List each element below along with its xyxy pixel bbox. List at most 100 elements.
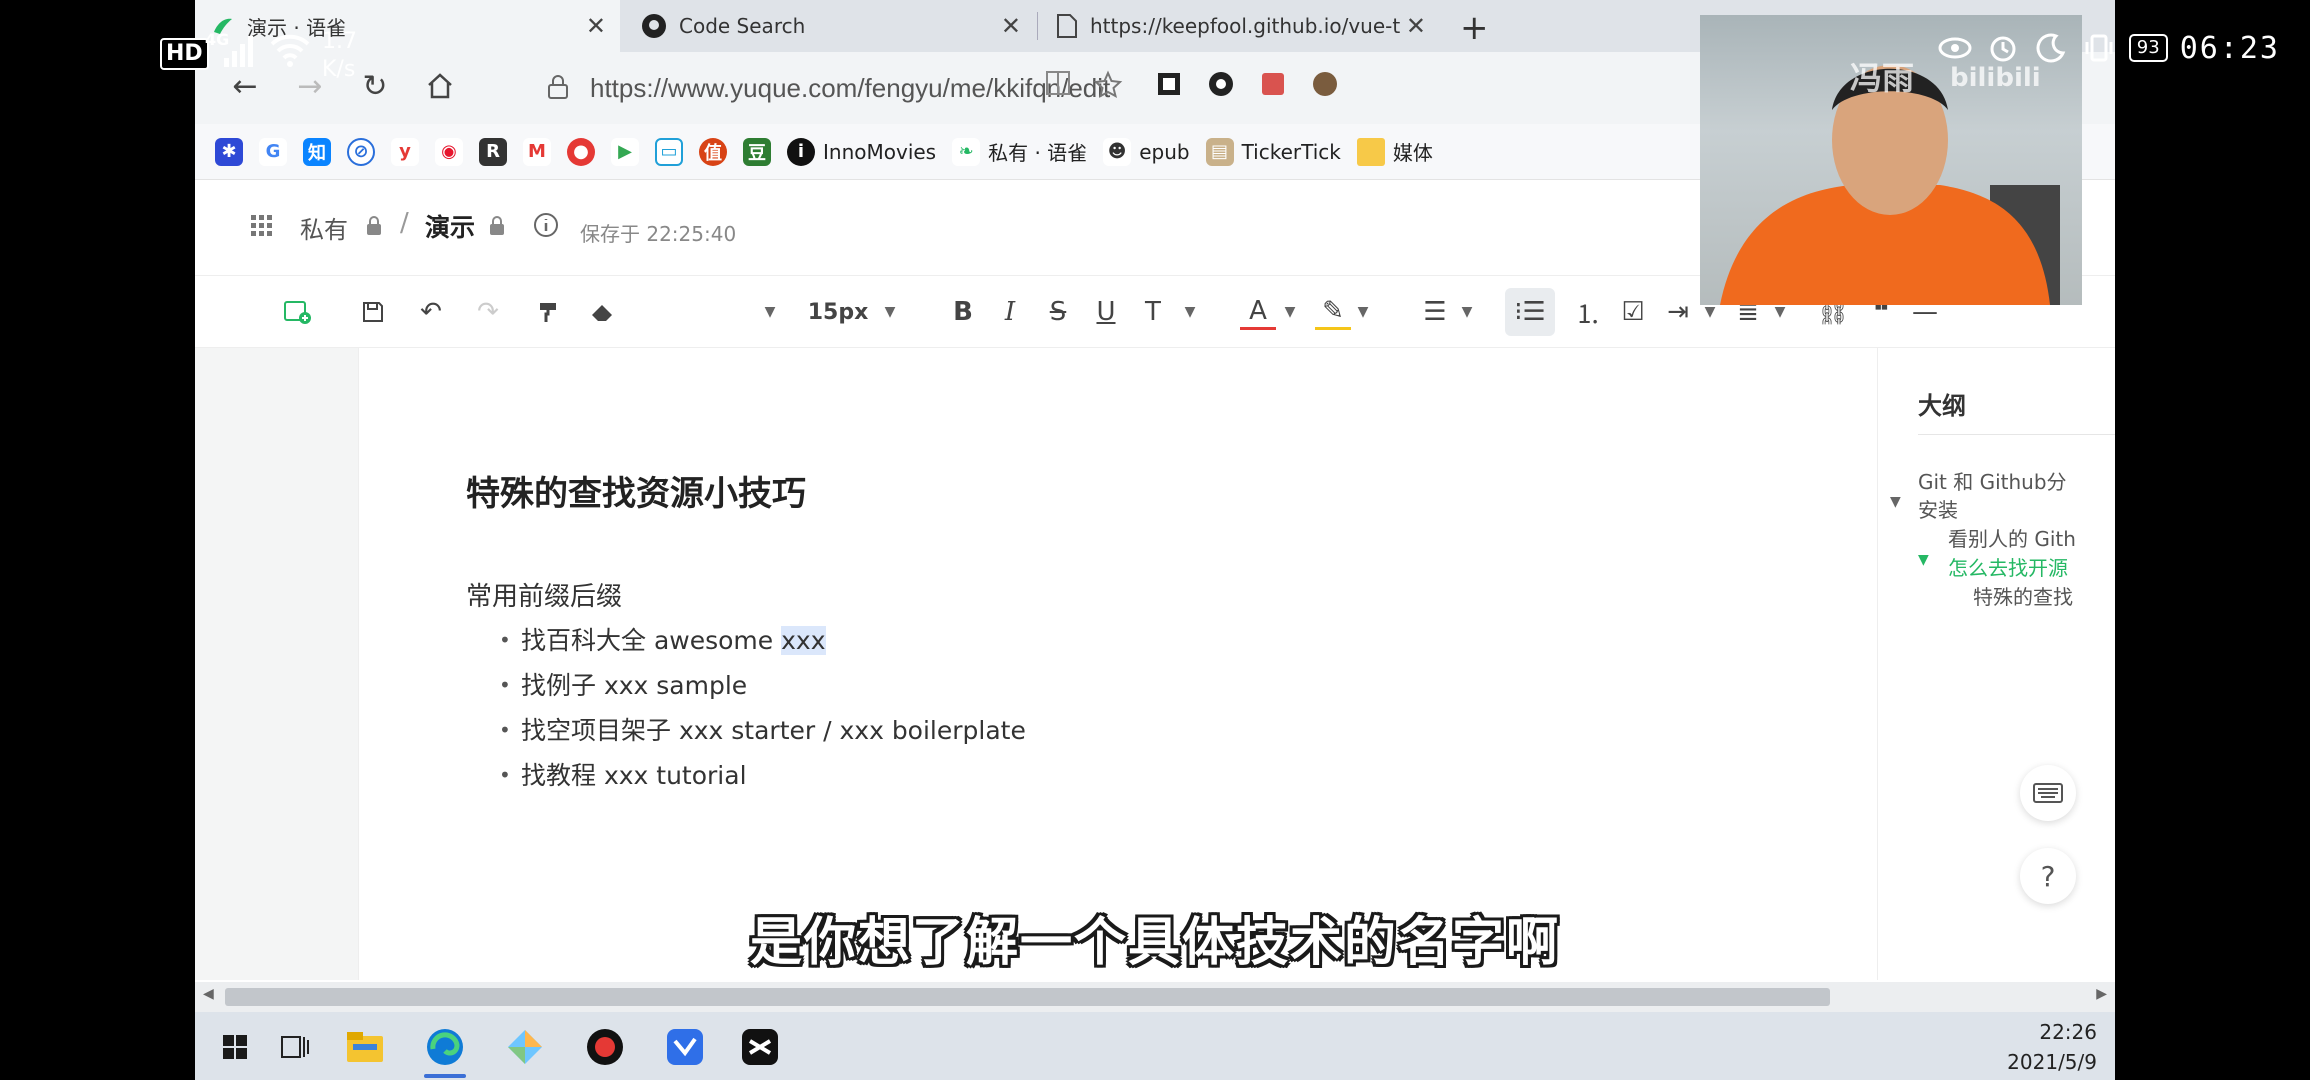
undo-icon[interactable]: ↶ (413, 294, 449, 330)
scroll-left-icon[interactable]: ◀ (203, 986, 214, 1002)
feishu-icon[interactable] (660, 1022, 710, 1072)
breadcrumb-doc[interactable]: 演示 (425, 208, 475, 244)
document-title[interactable]: 特殊的查找资源小技巧 (466, 466, 806, 515)
outline-item[interactable]: 看别人的 Gith (1948, 523, 2076, 552)
list-item[interactable]: 找例子 xxx sample (499, 663, 1026, 708)
wifi-icon (270, 34, 310, 67)
scroll-right-icon[interactable]: ▶ (2096, 986, 2107, 1002)
breadcrumb-private[interactable]: 私有 (300, 210, 348, 245)
record-icon[interactable] (580, 1022, 630, 1072)
hd-badge: HD (160, 38, 209, 70)
extension-circle-icon[interactable] (1207, 70, 1241, 104)
close-icon[interactable]: ✕ (1406, 12, 1426, 40)
underline-icon[interactable]: U (1088, 294, 1124, 330)
document-paragraph[interactable]: 常用前缀后缀 (466, 576, 622, 613)
weibo-icon[interactable]: ◉ (435, 137, 463, 166)
task-list-icon[interactable]: ☑ (1615, 294, 1651, 330)
tab-divider (1037, 12, 1038, 40)
extension-red-icon[interactable] (1259, 70, 1293, 104)
list-item[interactable]: 找教程 xxx tutorial (499, 753, 1026, 798)
caret-down-icon[interactable]: ▼ (1890, 494, 1901, 510)
format-painter-icon[interactable] (530, 294, 566, 330)
apps-grid-icon[interactable] (250, 214, 274, 238)
favorite-icon[interactable] (1093, 70, 1127, 104)
capcut-icon[interactable] (735, 1022, 785, 1072)
phone-status-right: 93 06:23 (1937, 30, 2280, 66)
taskbar-date[interactable]: 2021/5/9 (2007, 1050, 2097, 1074)
outline-item-active[interactable]: 怎么去找开源 (1948, 552, 2068, 581)
map-pin-icon[interactable]: ● (567, 137, 595, 166)
windows-start-icon[interactable] (210, 1022, 260, 1072)
file-explorer-icon[interactable] (340, 1022, 390, 1072)
horizontal-scrollbar[interactable]: ◀ ▶ (195, 982, 2115, 1012)
zhihu-icon[interactable]: 知 (303, 137, 331, 166)
outline-item[interactable]: Git 和 Github分 (1918, 466, 2067, 495)
outline-divider (1918, 434, 2115, 435)
douban-icon[interactable]: 豆 (743, 137, 771, 166)
keyboard-shortcut-button[interactable] (2020, 765, 2076, 821)
new-tab-button[interactable]: + (1460, 8, 1489, 48)
chevron-down-icon[interactable]: ▼ (1280, 294, 1300, 330)
italic-icon[interactable]: I (992, 294, 1028, 330)
extension-avatar-icon[interactable] (1311, 70, 1345, 104)
play-icon[interactable]: ▶ (611, 137, 639, 166)
home-icon[interactable] (420, 66, 460, 106)
insert-icon[interactable] (280, 294, 316, 330)
bookmark-yuque[interactable]: ❧ 私有 · 语雀 (952, 137, 1087, 166)
r-icon[interactable]: R (479, 137, 507, 166)
video-subtitle: 是你想了解一个具体技术的名字啊 (749, 913, 1560, 973)
close-icon[interactable]: ✕ (586, 12, 606, 40)
more-text-format-icon[interactable]: T (1135, 294, 1171, 330)
font-size-select[interactable]: 15px (803, 294, 873, 330)
google-icon[interactable]: G (259, 137, 287, 166)
heading-dropdown-icon[interactable]: ▼ (760, 294, 780, 330)
chevron-down-icon[interactable]: ▼ (1180, 294, 1200, 330)
help-button[interactable]: ? (2020, 848, 2076, 904)
list-item[interactable]: 找空项目架子 xxx starter / xxx boilerplate (499, 708, 1026, 753)
tab-code-search[interactable]: Code Search ✕ (625, 0, 1035, 52)
redo-icon[interactable]: ↷ (470, 294, 506, 330)
scrollbar-thumb[interactable] (225, 988, 1830, 1006)
signal-icon (224, 36, 253, 67)
bookmark-tickertick[interactable]: ▤ TickerTick (1205, 137, 1341, 166)
extension-square-icon[interactable] (1155, 70, 1189, 104)
save-icon[interactable] (355, 294, 391, 330)
chevron-down-icon[interactable]: ▼ (880, 294, 900, 330)
y-icon[interactable]: y (391, 137, 419, 166)
bilibili-icon[interactable]: ▭ (655, 137, 683, 166)
strikethrough-icon[interactable]: S (1040, 294, 1076, 330)
gmail-icon[interactable]: M (523, 137, 551, 166)
caret-down-icon[interactable]: ▼ (1918, 552, 1929, 568)
bookmark-folder-media[interactable]: 媒体 (1356, 137, 1433, 166)
alarm-icon (1985, 30, 2021, 66)
info-icon[interactable] (533, 212, 559, 238)
highlight-color-icon[interactable]: ✎ (1315, 294, 1351, 330)
editor-page[interactable]: 特殊的查找资源小技巧 常用前缀后缀 找百科大全 awesome xxx 找例子 … (358, 348, 1878, 980)
epub-icon: ☻ (1103, 137, 1132, 166)
bookmark-innomovies[interactable]: i InnoMovies (787, 137, 936, 166)
zhi-icon[interactable]: 值 (699, 137, 727, 166)
font-color-icon[interactable]: A (1240, 294, 1276, 330)
outline-item[interactable]: 特殊的查找 (1973, 581, 2073, 610)
app-diamond-icon[interactable] (500, 1022, 550, 1072)
bold-icon[interactable]: B (945, 294, 981, 330)
chevron-down-icon[interactable]: ▼ (1457, 294, 1477, 330)
split-view-icon[interactable] (1045, 70, 1079, 104)
outline-item[interactable]: 安装 (1918, 494, 1958, 523)
list-item[interactable]: 找百科大全 awesome xxx (499, 618, 1026, 663)
task-view-icon[interactable] (270, 1022, 320, 1072)
taskbar-time[interactable]: 22:26 (2039, 1020, 2097, 1044)
eraser-icon[interactable] (585, 294, 621, 330)
folder-icon (1356, 137, 1385, 166)
align-icon[interactable]: ☰ (1417, 294, 1453, 330)
baidu-icon[interactable]: ✱ (215, 137, 243, 166)
indent-icon[interactable]: ⇥ (1660, 294, 1696, 330)
edge-browser-icon[interactable] (420, 1022, 470, 1078)
bookmark-epub[interactable]: ☻ epub (1103, 137, 1190, 166)
chevron-down-icon[interactable]: ▼ (1353, 294, 1373, 330)
ordered-list-icon[interactable]: ⒈ (1570, 294, 1606, 330)
link-icon[interactable]: ⊘ (347, 137, 375, 166)
close-icon[interactable]: ✕ (1001, 12, 1021, 40)
tab-keepfool[interactable]: https://keepfool.github.io/vue-t ✕ (1040, 0, 1440, 52)
bullet-list-icon[interactable]: ⁝☰ (1505, 288, 1555, 336)
